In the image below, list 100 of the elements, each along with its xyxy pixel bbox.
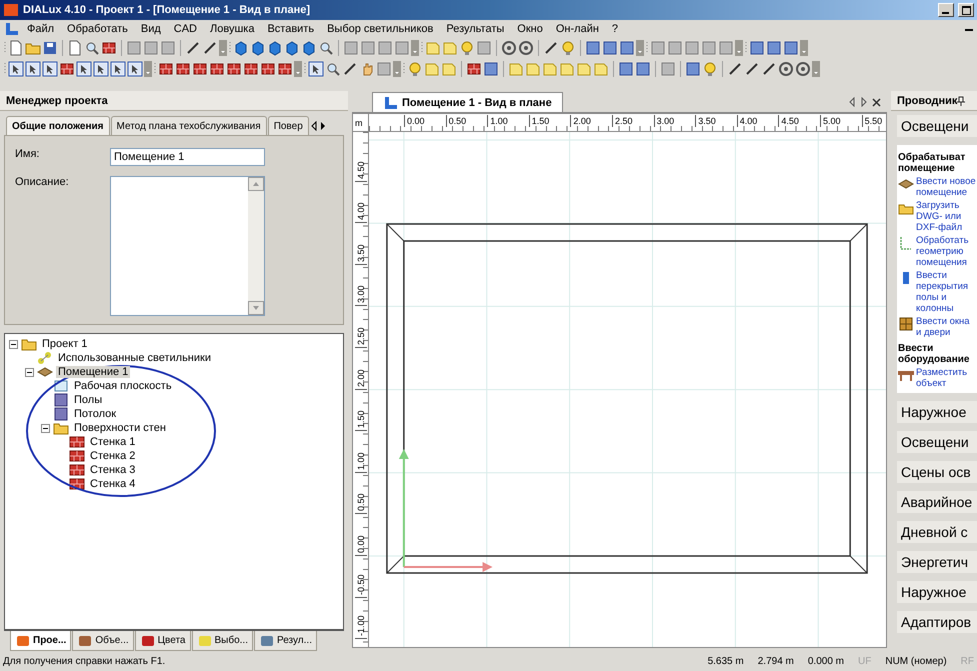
- tab[interactable]: Повер: [268, 116, 309, 135]
- tile-icon[interactable]: [143, 40, 159, 56]
- document-icon[interactable]: [8, 40, 24, 56]
- tile-icon[interactable]: [749, 40, 765, 56]
- cube-icon[interactable]: [250, 40, 266, 56]
- cube-icon[interactable]: [267, 40, 283, 56]
- menu-item[interactable]: Вид: [134, 22, 167, 34]
- magnifier-icon[interactable]: [318, 40, 334, 56]
- wall-icon[interactable]: [226, 60, 242, 76]
- tree-item[interactable]: Использованные светильники: [56, 352, 213, 364]
- tree-item[interactable]: Стенка 3: [88, 464, 138, 476]
- section-header[interactable]: Наружное: [897, 581, 977, 603]
- close-icon[interactable]: [872, 98, 881, 106]
- document-tab[interactable]: Помещение 1 - Вид в плане: [372, 92, 563, 112]
- cursor-icon[interactable]: [308, 60, 324, 76]
- cursor-icon[interactable]: [42, 60, 58, 76]
- tree-item[interactable]: Поверхности стен: [72, 422, 168, 434]
- tree-item[interactable]: Стенка 1: [88, 436, 138, 448]
- action-link[interactable]: Обработать геометрию помещения: [916, 235, 977, 268]
- action-link[interactable]: Загрузить DWG- или DXF-файл: [916, 200, 977, 233]
- dropdown-icon[interactable]: [636, 40, 644, 56]
- menu-item[interactable]: Окно: [511, 22, 549, 34]
- section-header[interactable]: Адаптиров: [897, 611, 977, 633]
- menu-item[interactable]: CAD: [168, 22, 204, 34]
- target-icon[interactable]: [518, 40, 534, 56]
- tab[interactable]: Метод плана техобслуживания: [110, 116, 267, 135]
- tab[interactable]: Резул...: [254, 631, 317, 651]
- tree-item[interactable]: Помещение 1: [56, 366, 130, 378]
- tree-item[interactable]: Полы: [72, 394, 104, 406]
- line-icon[interactable]: [727, 60, 743, 76]
- target-icon[interactable]: [778, 60, 794, 76]
- action-link[interactable]: Ввести перекрытия полы и колонны: [916, 270, 977, 314]
- wall-icon[interactable]: [209, 60, 225, 76]
- collapse-icon[interactable]: [25, 368, 34, 376]
- wall-icon[interactable]: [466, 60, 482, 76]
- section-header[interactable]: Энергетич: [897, 551, 977, 573]
- action-link[interactable]: Ввести новое помещение: [916, 176, 977, 198]
- cube-icon[interactable]: [301, 40, 317, 56]
- scroll-left-icon[interactable]: [310, 120, 318, 130]
- menu-item[interactable]: Он-лайн: [550, 22, 605, 34]
- menu-item[interactable]: Выбор светильников: [321, 22, 440, 34]
- section-header[interactable]: Сцены осв: [897, 461, 977, 483]
- menu-item[interactable]: Вставить: [261, 22, 320, 34]
- cursor-icon[interactable]: [127, 60, 143, 76]
- magnifier-icon[interactable]: [325, 60, 341, 76]
- tile-icon[interactable]: [619, 40, 635, 56]
- tile-icon[interactable]: [650, 40, 666, 56]
- name-field[interactable]: Помещение 1: [110, 148, 265, 166]
- menu-item[interactable]: Обработать: [61, 22, 134, 34]
- tile-icon[interactable]: [660, 60, 676, 76]
- tile-icon[interactable]: [667, 40, 683, 56]
- tile-icon[interactable]: [635, 60, 651, 76]
- line-icon[interactable]: [202, 40, 218, 56]
- tab[interactable]: Общие положения: [6, 116, 110, 135]
- tile-icon[interactable]: [766, 40, 782, 56]
- wall-icon[interactable]: [175, 60, 191, 76]
- wall-icon[interactable]: [277, 60, 293, 76]
- wall-icon[interactable]: [101, 40, 117, 56]
- target-icon[interactable]: [501, 40, 517, 56]
- tile-icon[interactable]: [585, 40, 601, 56]
- menu-item[interactable]: Ловушка: [204, 22, 260, 34]
- tile-icon[interactable]: [360, 40, 376, 56]
- tile-icon[interactable]: [126, 40, 142, 56]
- room-outline[interactable]: [386, 223, 868, 574]
- target-icon[interactable]: [795, 60, 811, 76]
- tile-icon[interactable]: [394, 40, 410, 56]
- tile-icon[interactable]: [376, 60, 392, 76]
- minimize-button[interactable]: [938, 3, 954, 17]
- maximize-button[interactable]: [958, 3, 974, 17]
- pin-icon[interactable]: [957, 96, 966, 106]
- tile-icon[interactable]: [718, 40, 734, 56]
- tile-icon[interactable]: [684, 40, 700, 56]
- wall-icon[interactable]: [192, 60, 208, 76]
- tab[interactable]: Выбо...: [192, 631, 253, 651]
- cursor-icon[interactable]: [93, 60, 109, 76]
- wall-icon[interactable]: [260, 60, 276, 76]
- wall-icon[interactable]: [243, 60, 259, 76]
- action-link[interactable]: Ввести окна и двери: [916, 316, 977, 338]
- menu-item[interactable]: Файл: [21, 22, 60, 34]
- dropdown-icon[interactable]: [411, 40, 419, 56]
- menu-item[interactable]: ?: [606, 22, 624, 34]
- tile-icon[interactable]: [783, 40, 799, 56]
- tree-item[interactable]: Проект 1: [40, 338, 90, 350]
- tile-icon[interactable]: [701, 40, 717, 56]
- cube-icon[interactable]: [284, 40, 300, 56]
- dropdown-icon[interactable]: [800, 40, 808, 56]
- cursor-icon[interactable]: [76, 60, 92, 76]
- section-header[interactable]: Аварийное: [897, 491, 977, 513]
- action-link[interactable]: Разместить объект: [916, 367, 977, 389]
- section-header[interactable]: Освещени: [897, 431, 977, 453]
- line-icon[interactable]: [185, 40, 201, 56]
- section-header[interactable]: Наружное: [897, 401, 977, 423]
- tile-icon[interactable]: [618, 60, 634, 76]
- tree-item[interactable]: Потолок: [72, 408, 118, 420]
- dropdown-icon[interactable]: [735, 40, 743, 56]
- cursor-icon[interactable]: [25, 60, 41, 76]
- tree-item[interactable]: Стенка 2: [88, 450, 138, 462]
- scroll-right-icon[interactable]: [318, 120, 327, 130]
- tile-icon[interactable]: [602, 40, 618, 56]
- dropdown-icon[interactable]: [393, 60, 401, 76]
